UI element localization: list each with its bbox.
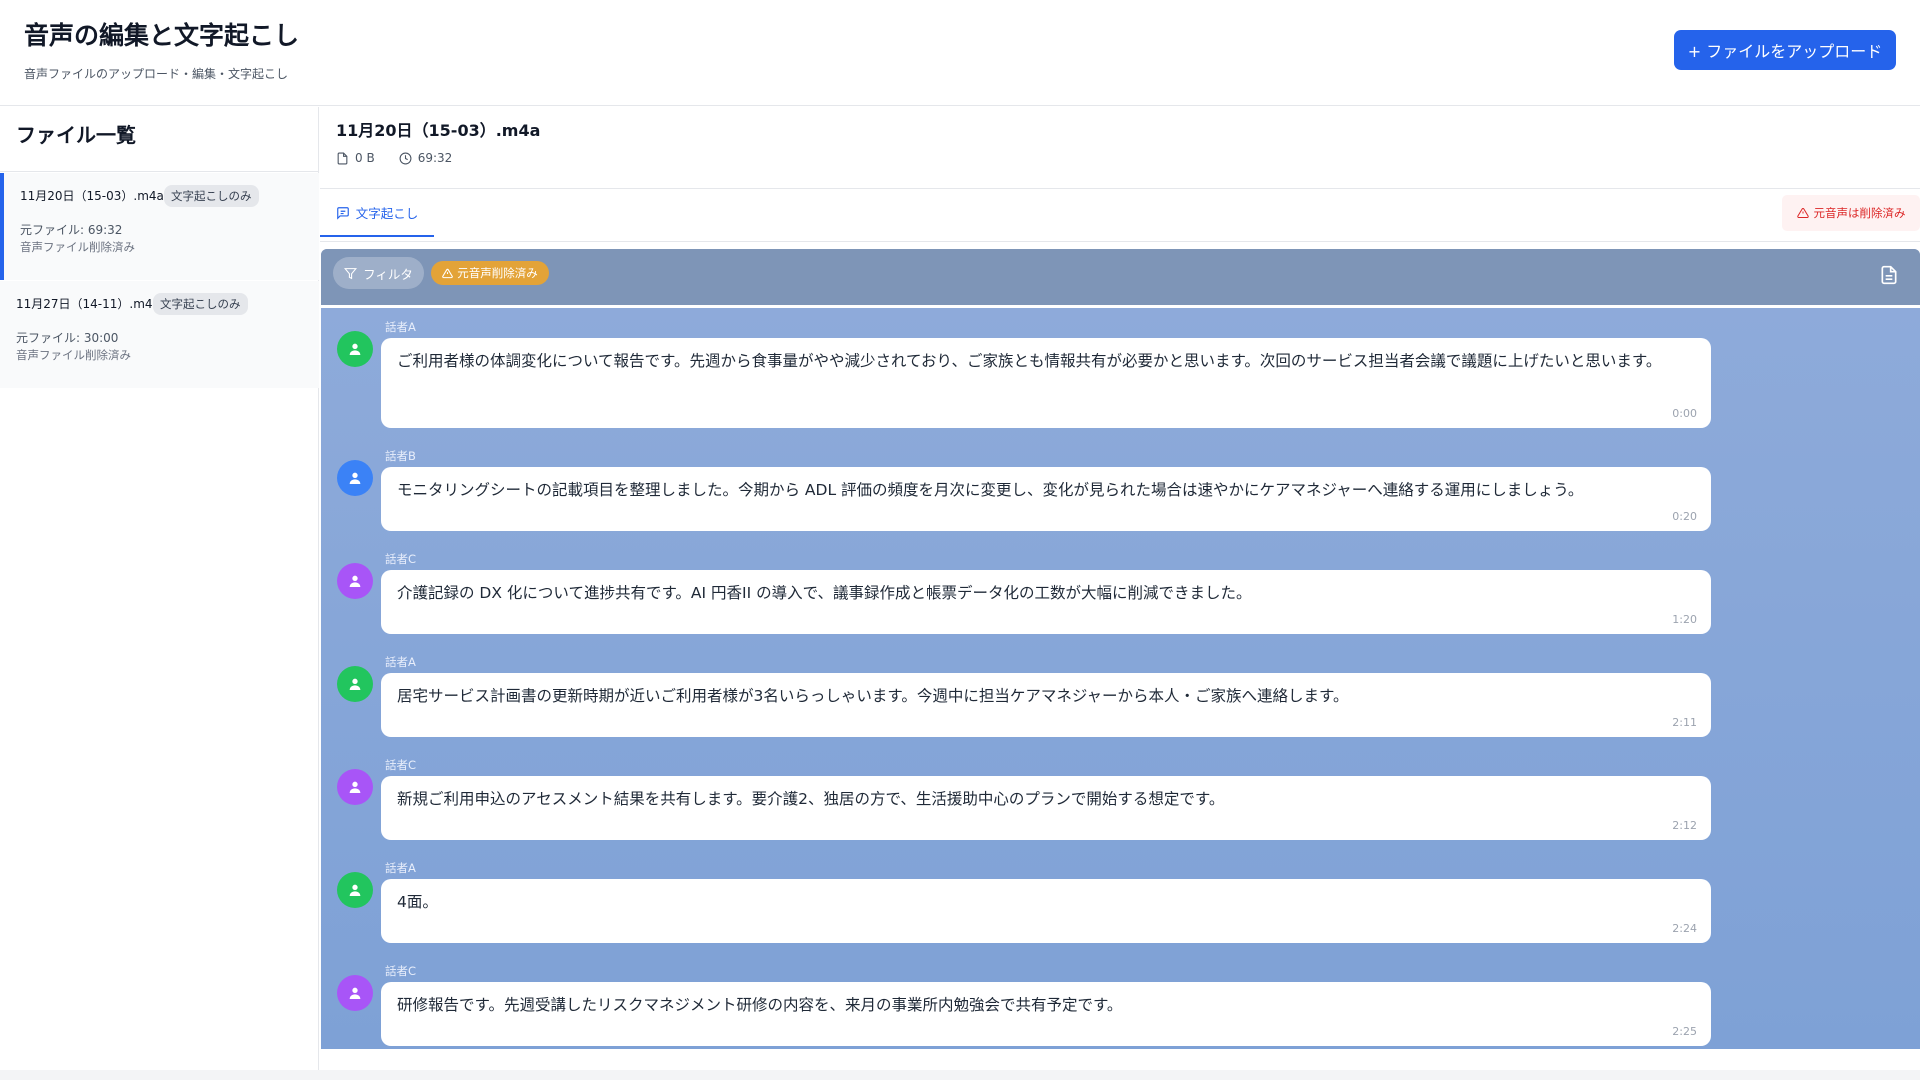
speaker-avatar [337, 769, 373, 805]
file-tag-badge: 文字起こしのみ [153, 293, 248, 315]
warning-icon [1796, 207, 1809, 218]
clock-icon [399, 152, 412, 164]
file-status: 音声ファイル削除済み [16, 348, 131, 362]
warning-icon [442, 268, 454, 278]
transcript-message[interactable]: 話者A 居宅サービス計画書の更新時期が近いご利用者様が3名いらっしゃいます。今週中… [337, 654, 1711, 740]
user-icon [349, 884, 361, 896]
speaker-label: 話者A [385, 655, 416, 669]
file-detail-header: 11月20日（15-03）.m4a 0 B 69:32 [320, 107, 1920, 189]
speaker-avatar [337, 666, 373, 702]
file-meta-row: 0 B 69:32 [336, 151, 452, 165]
message-timestamp[interactable]: 2:24 [1672, 922, 1697, 935]
file-size: 0 B [355, 151, 375, 165]
file-status: 音声ファイル削除済み [20, 240, 135, 254]
file-duration: 69:32 [417, 151, 453, 165]
tab-label: 文字起こし [355, 206, 419, 221]
transcript-message[interactable]: 話者A ご利用者様の体調変化について報告です。先週から食事量がやや減少されており、… [337, 319, 1711, 431]
message-text: 居宅サービス計画書の更新時期が近いご利用者様が3名いらっしゃいます。今週中に担当… [397, 687, 1349, 705]
speaker-label: 話者A [385, 861, 416, 875]
file-name: 11月20日（15-03）.m4a [20, 189, 164, 203]
user-icon [349, 987, 361, 999]
speaker-avatar [337, 331, 373, 367]
speaker-avatar [337, 563, 373, 599]
file-list-item[interactable]: 11月20日（15-03）.m4a 文字起こしのみ 元ファイル: 69:32 音… [0, 173, 319, 280]
file-icon [337, 152, 348, 164]
file-tag-badge: 文字起こしのみ [164, 185, 259, 207]
speaker-avatar [337, 460, 373, 496]
file-list-title: ファイル一覧 [16, 123, 136, 147]
transcript-toolbar: フィルタ 元音声削除済み [321, 249, 1920, 308]
status-bar [0, 1070, 1920, 1080]
upload-file-button[interactable]: + ファイルをアップロード [1674, 30, 1896, 70]
filter-button[interactable]: フィルタ [333, 257, 424, 289]
file-original-duration: 元ファイル: 69:32 [20, 223, 123, 237]
message-timestamp[interactable]: 1:20 [1672, 613, 1697, 626]
app-header: 音声の編集と文字起こし 音声ファイルのアップロード・編集・文字起こし + ファイ… [0, 0, 1920, 106]
speaker-avatar [337, 975, 373, 1011]
badge-text: 元音声削除済み [457, 266, 538, 280]
user-icon [349, 781, 361, 793]
file-list-item[interactable]: 11月27日（14-11）.m4a 文字起こしのみ 元ファイル: 30:00 音… [0, 281, 319, 388]
tab-bar: 文字起こし 元音声は削除済み [320, 190, 1920, 242]
message-timestamp[interactable]: 0:20 [1672, 510, 1697, 523]
message-timestamp[interactable]: 2:11 [1672, 716, 1697, 729]
message-bubble[interactable]: モニタリングシートの記載項目を整理しました。今期から ADL 評価の頻度を月次に… [381, 467, 1711, 531]
speaker-label: 話者C [385, 552, 417, 566]
message-text: 4面。 [397, 893, 438, 911]
transcript-message[interactable]: 話者C 新規ご利用申込のアセスメント結果を共有します。要介護2、独居の方で、生活援… [337, 757, 1711, 843]
message-bubble[interactable]: 研修報告です。先週受講したリスクマネジメント研修の内容を、来月の事業所内勉強会で… [381, 982, 1711, 1046]
transcript-message[interactable]: 話者A 4面。 2:24 [337, 860, 1711, 946]
transcript-panel: フィルタ 元音声削除済み 話者A ご利用者様の体調変化について報告です。先週から食… [321, 249, 1920, 1049]
page-title: 音声の編集と文字起こし [24, 21, 300, 50]
transcript-message[interactable]: 話者C 介護記録の DX 化について進捗共有です。AI 円香II の導入で、議事録… [337, 551, 1711, 637]
message-text: 新規ご利用申込のアセスメント結果を共有します。要介護2、独居の方で、生活援助中心… [397, 790, 1225, 808]
message-text: 介護記録の DX 化について進捗共有です。AI 円香II の導入で、議事録作成と… [397, 584, 1252, 602]
divider [0, 171, 319, 172]
message-timestamp[interactable]: 2:25 [1672, 1025, 1697, 1038]
message-bubble[interactable]: ご利用者様の体調変化について報告です。先週から食事量がやや減少されており、ご家族… [381, 338, 1711, 428]
filter-icon [344, 267, 358, 279]
file-name: 11月27日（14-11）.m4a [16, 297, 160, 311]
message-timestamp[interactable]: 2:12 [1672, 819, 1697, 832]
file-original-duration: 元ファイル: 30:00 [16, 331, 119, 345]
message-bubble[interactable]: 介護記録の DX 化について進捗共有です。AI 円香II の導入で、議事録作成と… [381, 570, 1711, 634]
message-icon [336, 206, 349, 220]
user-icon [349, 678, 361, 690]
user-icon [349, 575, 361, 587]
message-timestamp[interactable]: 0:00 [1672, 407, 1697, 420]
speaker-label: 話者A [385, 320, 416, 334]
filter-label: フィルタ [363, 266, 413, 282]
message-bubble[interactable]: 4面。 2:24 [381, 879, 1711, 943]
user-icon [349, 472, 361, 484]
page-subtitle: 音声ファイルのアップロード・編集・文字起こし [24, 67, 289, 81]
audio-deleted-badge: 元音声削除済み [431, 261, 549, 285]
file-list-sidebar: ファイル一覧 11月20日（15-03）.m4a 文字起こしのみ 元ファイル: … [0, 107, 319, 1070]
transcript-message[interactable]: 話者B モニタリングシートの記載項目を整理しました。今期から ADL 評価の頻度を… [337, 448, 1711, 534]
message-text: 研修報告です。先週受講したリスクマネジメント研修の内容を、来月の事業所内勉強会で… [397, 996, 1123, 1014]
audio-deleted-notice: 元音声は削除済み [1782, 195, 1920, 231]
message-bubble[interactable]: 新規ご利用申込のアセスメント結果を共有します。要介護2、独居の方で、生活援助中心… [381, 776, 1711, 840]
message-bubble[interactable]: 居宅サービス計画書の更新時期が近いご利用者様が3名いらっしゃいます。今週中に担当… [381, 673, 1711, 737]
transcript-message[interactable]: 話者C 研修報告です。先週受講したリスクマネジメント研修の内容を、来月の事業所内勉… [337, 963, 1711, 1049]
user-icon [349, 343, 361, 355]
speaker-label: 話者B [385, 449, 416, 463]
notice-text: 元音声は削除済み [1813, 206, 1906, 220]
speaker-label: 話者C [385, 964, 417, 978]
message-text: ご利用者様の体調変化について報告です。先週から食事量がやや減少されており、ご家族… [397, 352, 1662, 370]
speaker-label: 話者C [385, 758, 417, 772]
message-text: モニタリングシートの記載項目を整理しました。今期から ADL 評価の頻度を月次に… [397, 481, 1584, 499]
document-icon[interactable] [1879, 265, 1899, 285]
file-title: 11月20日（15-03）.m4a [336, 121, 541, 140]
speaker-avatar [337, 872, 373, 908]
tab-transcription[interactable]: 文字起こし [320, 190, 434, 237]
